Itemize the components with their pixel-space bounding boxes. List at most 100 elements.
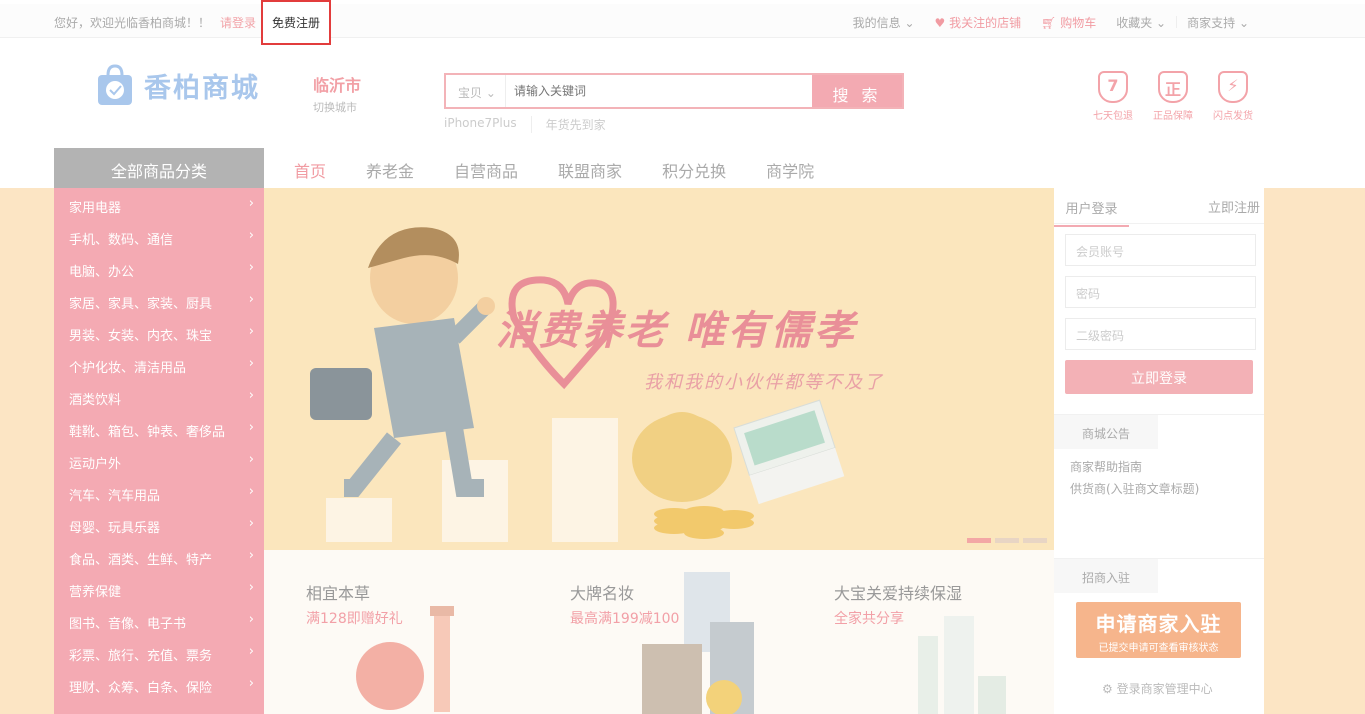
category-label: 手机、数码、通信	[69, 233, 174, 248]
category-label: 男装、女装、内衣、珠宝	[69, 329, 213, 344]
badge-label: 七天包退	[1093, 111, 1133, 122]
category-label: 食品、酒类、生鲜、特产	[69, 553, 213, 568]
category-label: 理财、众筹、白条、保险	[69, 681, 213, 696]
skincare-product-image	[918, 616, 1006, 714]
category-item[interactable]: 个护化妆、清洁用品 ›	[54, 348, 264, 380]
category-item[interactable]: 男装、女装、内衣、珠宝 ›	[54, 316, 264, 348]
search-input[interactable]	[506, 75, 812, 107]
chevron-right-icon: ›	[248, 388, 254, 403]
banner-subtitle: 我和我的小伙伴都等不及了	[644, 372, 884, 393]
top-bar: 您好，欢迎光临香柏商城！！ 请登录 免费注册 我的信息 ⌄ ♥ 我关注的店铺 🛒…	[0, 0, 1365, 45]
all-categories-header[interactable]: 全部商品分类	[54, 148, 264, 188]
announcement-section: 商城公告	[1054, 414, 1264, 449]
category-item[interactable]: 电脑、办公 ›	[54, 252, 264, 284]
category-label: 家居、家具、家装、厨具	[69, 297, 213, 312]
merchant-center-link[interactable]: ⚙ 登录商家管理中心	[1102, 680, 1213, 697]
hot-word[interactable]: 年货先到家	[546, 116, 620, 133]
carousel-dot[interactable]	[1023, 538, 1047, 543]
city-selector[interactable]: 临沂市 切换城市	[313, 72, 361, 115]
login-link[interactable]: 请登录	[220, 14, 256, 31]
category-item[interactable]: 酒类饮料 ›	[54, 380, 264, 412]
announcement-link[interactable]: 商家帮助指南	[1070, 458, 1142, 475]
flower-product-image	[356, 606, 454, 712]
cart-link[interactable]: 🛒︎ 购物车	[1031, 14, 1106, 31]
tab-user-login[interactable]: 用户登录	[1054, 198, 1129, 227]
category-item[interactable]: 食品、酒类、生鲜、特产 ›	[54, 540, 264, 572]
chevron-right-icon: ›	[248, 612, 254, 627]
my-info-menu[interactable]: 我的信息 ⌄	[843, 14, 925, 31]
category-item[interactable]: 母婴、玩具乐器 ›	[54, 508, 264, 540]
chevron-right-icon: ›	[248, 580, 254, 595]
merchant-section: 招商入驻	[1054, 558, 1264, 593]
gear-icon: ⚙	[1102, 682, 1113, 696]
merchant-support-label: 商家支持	[1187, 16, 1236, 30]
chevron-right-icon: ›	[248, 644, 254, 659]
category-item[interactable]: 运动户外 ›	[54, 444, 264, 476]
merchant-center-label: 登录商家管理中心	[1116, 682, 1213, 696]
switch-city-link[interactable]: 切换城市	[313, 99, 361, 115]
chevron-right-icon: ›	[248, 356, 254, 371]
apply-title: 申请商家入驻	[1095, 612, 1222, 636]
category-label: 家用电器	[69, 201, 122, 216]
login-button[interactable]: 立即登录	[1065, 360, 1253, 394]
logo-text: 香柏商城	[144, 72, 260, 104]
promo-strip: 相宜本草 满128即赠好礼 大牌名妆 最高满199减100 大宝关爱持续保湿 全…	[264, 550, 1054, 714]
chevron-right-icon: ›	[248, 292, 254, 307]
announcement-title: 商城公告	[1054, 415, 1158, 449]
category-item[interactable]: 理财、众筹、白条、保险 ›	[54, 668, 264, 700]
announcement-link[interactable]: 供货商(入驻商文章标题)	[1070, 480, 1199, 497]
apply-merchant-button[interactable]: 申请商家入驻 已提交申请可查看审核状态	[1076, 602, 1241, 658]
password-field[interactable]: 密码	[1065, 276, 1256, 308]
followed-shops-label: 我关注的店铺	[949, 16, 1022, 30]
cart-label: 购物车	[1060, 16, 1097, 30]
badge-label: 闪点发货	[1213, 111, 1253, 122]
tab-register[interactable]: 立即注册	[1208, 197, 1260, 216]
second-password-field[interactable]: 二级密码	[1065, 318, 1256, 350]
site-logo[interactable]: 香柏商城	[96, 63, 260, 107]
promo-title: 大宝关爱持续保湿	[834, 584, 963, 603]
shield-icon: 7	[1098, 71, 1128, 103]
hot-word[interactable]: iPhone7Plus	[444, 116, 532, 133]
carousel-indicators	[967, 538, 1047, 543]
category-item[interactable]: 手机、数码、通信 ›	[54, 220, 264, 252]
banner-slogan: 消费养老 唯有儒孝	[496, 308, 857, 354]
welcome-text: 您好，欢迎光临香柏商城！！	[54, 16, 211, 30]
chevron-right-icon: ›	[248, 484, 254, 499]
category-item[interactable]: 家居、家具、家装、厨具 ›	[54, 284, 264, 316]
shopping-bag-icon	[98, 64, 132, 105]
category-label: 彩票、旅行、充值、票务	[69, 649, 213, 664]
favorites-menu[interactable]: 收藏夹 ⌄	[1106, 14, 1176, 31]
search-bar: 宝贝 ⌄ 搜 索	[444, 73, 904, 109]
merchant-support-menu[interactable]: 商家支持 ⌄	[1177, 14, 1259, 31]
heart-icon: ♥	[934, 16, 946, 30]
category-label: 母婴、玩具乐器	[69, 521, 161, 536]
category-item[interactable]: 鞋靴、箱包、钟表、奢侈品 ›	[54, 412, 264, 444]
category-list: 家用电器 › 手机、数码、通信 › 电脑、办公 › 家居、家具、家装、厨具 › 男装、女…	[54, 188, 264, 714]
account-field[interactable]: 会员账号	[1065, 234, 1256, 266]
page: 您好，欢迎光临香柏商城！！ 请登录 免费注册 我的信息 ⌄ ♥ 我关注的店铺 🛒…	[0, 0, 1365, 714]
category-item[interactable]: 家用电器 ›	[54, 188, 264, 220]
hot-search-words: iPhone7Plus 年货先到家	[444, 116, 634, 133]
hero-banner[interactable]: 消费养老 唯有儒孝 我和我的小伙伴都等不及了	[264, 188, 1054, 550]
apply-subtitle: 已提交申请可查看审核状态	[1098, 643, 1219, 654]
lightning-icon: ⚡	[1218, 71, 1248, 103]
followed-shops-link[interactable]: ♥ 我关注的店铺	[925, 14, 1032, 31]
category-item[interactable]: 汽车、汽车用品 ›	[54, 476, 264, 508]
carousel-dot[interactable]	[967, 538, 991, 543]
chevron-right-icon: ›	[248, 548, 254, 563]
search-button[interactable]: 搜 索	[812, 75, 902, 107]
category-item[interactable]: 图书、音像、电子书 ›	[54, 604, 264, 636]
register-link[interactable]: 免费注册	[261, 0, 331, 45]
category-label: 酒类饮料	[69, 393, 122, 408]
chevron-right-icon: ›	[248, 516, 254, 531]
badge-genuine: 正 正品保障	[1152, 71, 1194, 122]
search-type-select[interactable]: 宝贝 ⌄	[446, 75, 506, 107]
chevron-right-icon: ›	[248, 676, 254, 691]
category-item[interactable]: 营养保健 ›	[54, 572, 264, 604]
carousel-dot[interactable]	[995, 538, 1019, 543]
badge-fast-delivery: ⚡ 闪点发货	[1212, 71, 1254, 122]
chevron-right-icon: ›	[248, 324, 254, 339]
login-tabs: 用户登录 立即注册	[1054, 188, 1264, 227]
category-item[interactable]: 彩票、旅行、充值、票务 ›	[54, 636, 264, 668]
promo-title: 相宜本草	[306, 584, 371, 603]
